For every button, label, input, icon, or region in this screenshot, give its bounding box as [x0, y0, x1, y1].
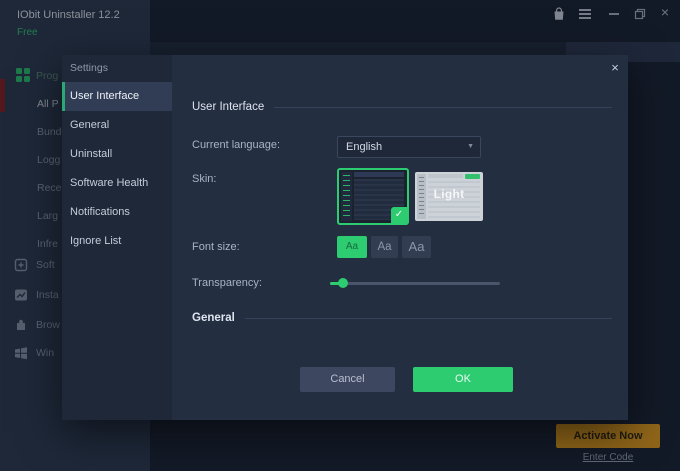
- settings-nav-ignore-list[interactable]: Ignore List: [62, 227, 172, 256]
- skin-option-light[interactable]: Light: [415, 172, 483, 221]
- transparency-label: Transparency:: [192, 277, 262, 289]
- settings-nav-notifications[interactable]: Notifications: [62, 198, 172, 227]
- settings-nav-user-interface[interactable]: User Interface: [62, 82, 172, 111]
- transparency-slider-track[interactable]: [330, 282, 500, 285]
- settings-dialog: Settings × User Interface General Uninst…: [62, 55, 628, 420]
- dialog-title: Settings: [70, 62, 108, 74]
- heading-rule: [245, 318, 612, 319]
- ui-section-heading-text: User Interface: [192, 101, 264, 113]
- ui-section-heading: User Interface: [192, 101, 612, 113]
- general-section-heading-text: General: [192, 312, 235, 324]
- skin-option-dark[interactable]: ✓: [337, 168, 409, 225]
- language-selected-value: English: [346, 137, 382, 157]
- chevron-down-icon: ▼: [467, 137, 474, 157]
- skin-dark-mini-topbar: [354, 172, 404, 177]
- transparency-slider-knob[interactable]: [338, 278, 348, 288]
- font-size-label: Font size:: [192, 241, 240, 253]
- app-window: IObit Uninstaller 12.2 Free × Prog All P…: [0, 0, 680, 471]
- font-size-medium-button[interactable]: Aa: [371, 236, 398, 258]
- general-section-heading: General: [192, 312, 612, 324]
- skin-light-mini-button: [465, 174, 480, 179]
- ok-button[interactable]: OK: [413, 367, 513, 392]
- skin-light-mini-topbar: [428, 174, 463, 178]
- language-select[interactable]: English ▼: [337, 136, 481, 158]
- settings-nav-general[interactable]: General: [62, 111, 172, 140]
- font-size-small-button[interactable]: Aa: [337, 236, 367, 258]
- settings-nav-uninstall[interactable]: Uninstall: [62, 140, 172, 169]
- skin-label: Skin:: [192, 173, 216, 185]
- check-icon: ✓: [391, 207, 407, 223]
- skin-light-caption: Light: [415, 187, 483, 201]
- settings-nav-software-health[interactable]: Software Health: [62, 169, 172, 198]
- language-label: Current language:: [192, 139, 280, 151]
- cancel-button[interactable]: Cancel: [300, 367, 395, 392]
- settings-nav: User Interface General Uninstall Softwar…: [62, 82, 172, 256]
- font-size-large-button[interactable]: Aa: [402, 236, 431, 258]
- dialog-close-icon[interactable]: ×: [606, 59, 624, 77]
- skin-dark-mini-sidebar: [341, 172, 352, 221]
- heading-rule: [274, 107, 612, 108]
